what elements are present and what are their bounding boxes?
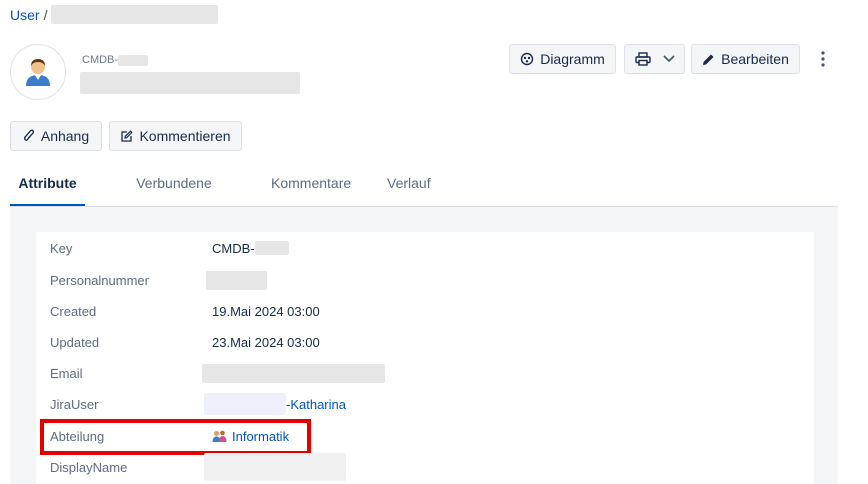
attribute-label: JiraUser bbox=[50, 396, 99, 412]
print-dropdown-button[interactable] bbox=[624, 44, 685, 74]
edit-square-icon bbox=[121, 129, 134, 142]
attribute-value: CMDB- bbox=[212, 241, 289, 256]
tab-bar: Attribute Verbundene Tickets Kommentare … bbox=[10, 164, 838, 229]
attribute-value bbox=[202, 363, 385, 383]
breadcrumb: User / bbox=[10, 5, 219, 24]
attribute-value[interactable]: -Katharina bbox=[204, 393, 346, 415]
object-key-redacted bbox=[118, 54, 149, 66]
more-vertical-icon bbox=[821, 51, 825, 67]
tab-verbundene-tickets[interactable]: Verbundene Tickets bbox=[117, 164, 231, 229]
key-value-redacted bbox=[254, 241, 289, 255]
object-title-redacted bbox=[80, 72, 300, 94]
attribute-label: Updated bbox=[50, 334, 100, 350]
breadcrumb-separator: / bbox=[43, 6, 48, 23]
printer-icon bbox=[634, 52, 651, 66]
edit-button-label: Bearbeiten bbox=[721, 51, 789, 67]
personalnummer-redacted bbox=[206, 270, 267, 290]
breadcrumb-redacted-name bbox=[51, 5, 219, 24]
jirauser-link[interactable]: -Katharina bbox=[286, 397, 346, 412]
displayname-redacted bbox=[204, 453, 346, 481]
attribute-label: Key bbox=[50, 240, 73, 256]
pencil-icon bbox=[703, 54, 714, 65]
object-key-prefix: CMDB- bbox=[82, 54, 119, 66]
tab-verlauf[interactable]: Verlauf bbox=[387, 164, 431, 204]
email-redacted bbox=[202, 363, 385, 383]
more-actions-button[interactable] bbox=[814, 46, 832, 72]
jirauser-redacted bbox=[204, 393, 286, 415]
attribute-label: Email bbox=[50, 365, 83, 381]
attribute-value bbox=[204, 453, 346, 481]
comment-button-label: Kommentieren bbox=[139, 128, 231, 144]
attribute-value: 23.Mai 2024 03:00 bbox=[212, 334, 320, 350]
diagram-button-label: Diagramm bbox=[540, 51, 605, 67]
highlight-box bbox=[40, 419, 311, 455]
attribute-value bbox=[206, 270, 267, 290]
breadcrumb-user-link[interactable]: User bbox=[10, 7, 40, 23]
object-key: CMDB- bbox=[82, 54, 149, 66]
user-avatar-icon bbox=[26, 59, 50, 86]
chevron-down-icon bbox=[662, 55, 675, 63]
attribute-label: Created bbox=[50, 303, 97, 319]
avatar bbox=[10, 44, 66, 100]
tab-kommentare[interactable]: Kommentare bbox=[271, 164, 351, 204]
tab-attribute[interactable]: Attribute bbox=[10, 164, 85, 206]
attribute-value: 19.Mai 2024 03:00 bbox=[212, 303, 320, 319]
attachment-button[interactable]: Anhang bbox=[10, 121, 102, 151]
attribute-label: Personalnummer bbox=[50, 272, 149, 288]
attachment-button-label: Anhang bbox=[40, 128, 90, 144]
edit-button[interactable]: Bearbeiten bbox=[691, 44, 800, 74]
diagram-button[interactable]: Diagramm bbox=[509, 44, 616, 74]
attribute-label: DisplayName bbox=[50, 459, 128, 475]
paperclip-icon bbox=[23, 129, 34, 141]
diagram-icon bbox=[521, 52, 534, 66]
comment-button[interactable]: Kommentieren bbox=[109, 121, 242, 151]
key-value-prefix: CMDB- bbox=[212, 240, 255, 256]
